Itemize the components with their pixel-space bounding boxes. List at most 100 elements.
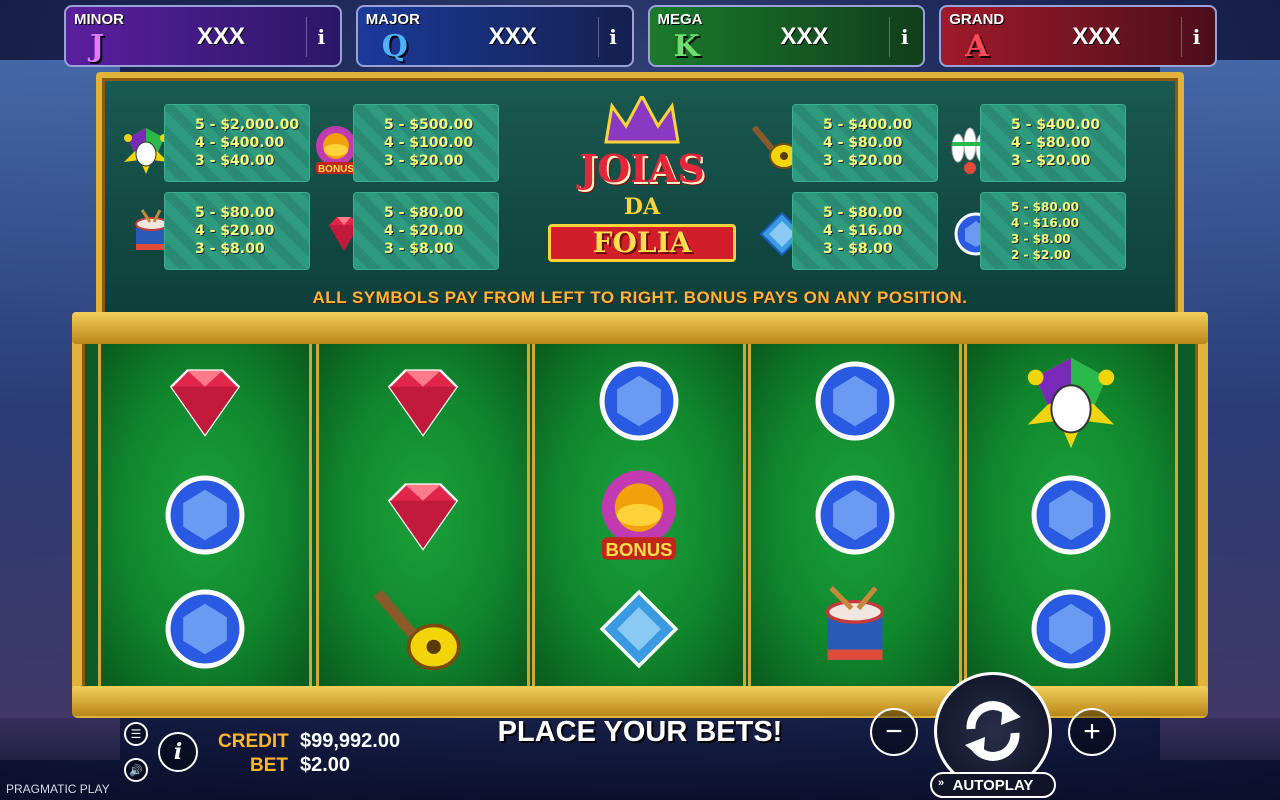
pay-line: 4 - $80.00 xyxy=(823,135,903,151)
jackpot-mega-name: MEGA xyxy=(657,11,703,28)
sound-button[interactable]: 🔊 xyxy=(124,758,148,782)
pay-line: 3 - $8.00 xyxy=(823,241,893,257)
pay-line: 4 - $20.00 xyxy=(195,223,275,239)
pay-line: 5 - $80.00 xyxy=(384,205,464,221)
autoplay-icon: » xyxy=(938,777,945,789)
blue-round-gem-icon xyxy=(599,361,679,441)
credit-value: $99,992.00 xyxy=(300,730,401,752)
reel-cell xyxy=(535,344,743,458)
pay-line: 4 - $16.00 xyxy=(1011,216,1079,230)
pay-line: 3 - $8.00 xyxy=(1011,232,1071,246)
reel-4 xyxy=(748,344,962,686)
info-icon: i xyxy=(173,739,183,765)
paytable-guitar: 5 - $400.00 4 - $80.00 3 - $20.00 xyxy=(792,104,938,182)
jackpot-grand-name: GRAND xyxy=(949,11,1005,28)
pay-line: 4 - $80.00 xyxy=(1011,135,1091,151)
paytable-bonus: 5 - $500.00 4 - $100.00 3 - $20.00 xyxy=(353,104,499,182)
reel-cell xyxy=(751,572,959,686)
reel-cell: BONUS xyxy=(535,458,743,572)
blue-round-gem-icon xyxy=(165,475,245,555)
bonus-mask-icon: BONUS xyxy=(601,470,677,560)
jackpot-mega-info-button[interactable]: i xyxy=(889,17,919,57)
info-button[interactable]: i xyxy=(158,732,198,772)
paytable-bowling-pins: 5 - $400.00 4 - $80.00 3 - $20.00 xyxy=(980,104,1126,182)
pay-line: 5 - $400.00 xyxy=(1011,117,1101,133)
pay-line: 5 - $80.00 xyxy=(1011,200,1079,214)
jackpot-minor-letter: J xyxy=(90,29,105,64)
increase-bet-button[interactable]: + xyxy=(1068,708,1116,756)
jackpot-grand-value: XXX xyxy=(1072,23,1121,50)
pay-line: 5 - $500.00 xyxy=(384,117,474,133)
reel-3: BONUS xyxy=(532,344,746,686)
guitar-icon xyxy=(373,589,461,671)
pay-line: 5 - $400.00 xyxy=(823,117,913,133)
pay-line: 4 - $16.00 xyxy=(823,223,903,239)
logo-line-2: DA xyxy=(623,194,661,220)
decrease-bet-button[interactable]: − xyxy=(870,708,918,756)
jackpot-mega-letter: K xyxy=(673,29,700,64)
status-message: PLACE YOUR BETS! xyxy=(497,716,783,748)
jackpot-minor-name: MINOR xyxy=(74,11,124,28)
reel-2 xyxy=(316,344,530,686)
hamburger-icon: ☰ xyxy=(130,727,142,741)
pay-line: 3 - $8.00 xyxy=(195,241,265,257)
logo-line-1: JOIAS xyxy=(579,146,705,191)
pay-line: 4 - $20.00 xyxy=(384,223,464,239)
blue-round-gem-icon xyxy=(815,475,895,555)
pay-line: 5 - $2,000.00 xyxy=(195,117,300,133)
reel-cell xyxy=(319,458,527,572)
pay-line: 5 - $80.00 xyxy=(823,205,903,221)
red-gem-icon xyxy=(387,483,459,551)
paytable-drum: 5 - $80.00 4 - $20.00 3 - $8.00 xyxy=(164,192,310,270)
spin-arrows-icon xyxy=(965,701,1021,761)
blue-round-gem-icon xyxy=(1031,475,1111,555)
jackpot-mega-value: XXX xyxy=(780,23,829,50)
jester-icon xyxy=(1027,357,1115,449)
bonus-label: BONUS xyxy=(605,539,672,560)
reel-cell xyxy=(319,572,527,686)
minus-icon: − xyxy=(885,715,903,748)
pay-line: 3 - $8.00 xyxy=(384,241,454,257)
autoplay-label: AUTOPLAY xyxy=(952,776,1034,794)
game-logo: JOIAS DA FOLIA xyxy=(542,96,742,281)
provider-brand: PRAGMATIC PLAY xyxy=(6,782,110,796)
jackpot-minor-info-button[interactable]: i xyxy=(305,17,336,57)
reel-cell xyxy=(751,344,959,458)
autoplay-button[interactable]: » AUTOPLAY xyxy=(930,772,1056,798)
paytable-red-gem: 5 - $80.00 4 - $20.00 3 - $8.00 xyxy=(353,192,499,270)
blue-round-gem-icon xyxy=(815,361,895,441)
pay-line: 4 - $100.00 xyxy=(384,135,474,151)
reel-cell xyxy=(101,458,309,572)
bet-value: $2.00 xyxy=(300,754,351,776)
jackpot-grand-info-button[interactable]: i xyxy=(1181,17,1211,57)
jackpot-minor: MINOR J XXX i xyxy=(64,5,342,67)
reel-top-ornament xyxy=(72,312,1208,344)
blue-round-gem-icon xyxy=(165,589,245,669)
logo-line-3: FOLIA xyxy=(592,226,692,259)
pay-line: 3 - $20.00 xyxy=(384,153,464,169)
blue-square-gem-icon xyxy=(599,589,679,669)
drum-icon xyxy=(825,586,885,660)
reel-cell xyxy=(101,572,309,686)
jackpot-major-info-button[interactable]: i xyxy=(597,17,628,57)
paytable-rule-text: ALL SYMBOLS PAY FROM LEFT TO RIGHT. BONU… xyxy=(312,288,968,307)
pay-line: 2 - $2.00 xyxy=(1011,248,1071,262)
paytable-blue-square-gem: 5 - $80.00 4 - $16.00 3 - $8.00 xyxy=(792,192,938,270)
reel-cell xyxy=(535,572,743,686)
pay-line: 3 - $40.00 xyxy=(195,153,275,169)
jackpot-grand-letter: A xyxy=(965,29,989,64)
reel-cell xyxy=(967,458,1175,572)
pay-line: 5 - $80.00 xyxy=(195,205,275,221)
jackpot-major: MAJOR Q XXX i xyxy=(355,5,634,67)
jackpot-major-letter: Q xyxy=(381,29,408,64)
jackpot-mega: MEGA K XXX i xyxy=(647,5,926,67)
paytable-panel: 5 - $2,000.00 4 - $400.00 3 - $40.00 BON… xyxy=(96,72,1184,322)
pay-line: 4 - $400.00 xyxy=(195,135,285,151)
pay-line: 3 - $20.00 xyxy=(1011,153,1091,169)
paytable-jester: 5 - $2,000.00 4 - $400.00 3 - $40.00 xyxy=(164,104,310,182)
credit-label: CREDIT xyxy=(218,731,289,752)
menu-button[interactable]: ☰ xyxy=(124,722,148,746)
jackpot-major-name: MAJOR xyxy=(365,11,420,28)
red-gem-icon xyxy=(387,369,459,437)
paytable-blue-round-gem: 5 - $80.00 4 - $16.00 3 - $8.00 2 - $2.0… xyxy=(980,192,1126,270)
